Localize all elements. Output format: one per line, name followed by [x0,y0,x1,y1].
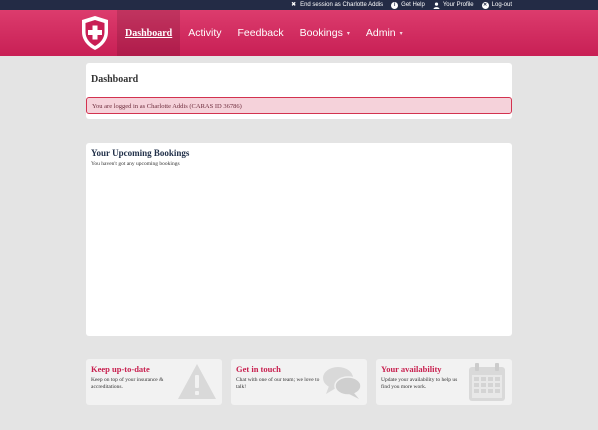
main-navbar: Dashboard Activity Feedback Bookings ▾ A… [0,10,598,56]
chevron-down-icon: ▾ [346,30,350,37]
user-icon [433,1,440,9]
warning-icon [178,364,216,399]
calendar-icon [469,363,505,401]
chevron-down-icon: ▾ [399,30,403,37]
login-alert: You are logged in as Charlotte Addis (CA… [86,97,512,114]
chat-bubbles-icon [323,367,362,399]
logout-icon: ✕ [481,1,489,9]
card-title: Keep up-to-date [91,364,150,374]
nav-activity[interactable]: Activity [180,10,229,56]
dashboard-panel: Dashboard You are logged in as Charlotte… [86,63,512,119]
utility-links: ✖ End session as Charlotte Addis i Get H… [282,0,512,10]
nav-bookings[interactable]: Bookings ▾ [292,10,358,56]
upcoming-bookings-panel: Your Upcoming Bookings You haven't got a… [86,143,512,336]
card-title: Get in touch [236,364,281,374]
card-text: Chat with one of our team; we love to ta… [236,377,320,391]
nav-feedback[interactable]: Feedback [230,10,292,56]
nav-dashboard[interactable]: Dashboard [117,10,181,56]
card-title: Your availability [381,364,442,374]
nav-bookings-label: Bookings [299,27,343,39]
nav-admin-label: Admin [365,27,396,39]
nav-feedback-label: Feedback [237,27,284,39]
card-text: Update your availability to help us find… [381,377,458,391]
nav-admin[interactable]: Admin ▾ [358,10,411,56]
get-help-label: Get Help [401,2,425,8]
card-your-availability[interactable]: Your availability Update your availabili… [376,359,512,405]
nav-menu: Dashboard Activity Feedback Bookings ▾ A… [117,10,411,56]
your-profile-label: Your Profile [442,2,474,8]
card-keep-up-to-date[interactable]: Keep up-to-date Keep on top of your insu… [86,359,222,405]
logout-link[interactable]: ✕ Log-out [481,1,512,9]
bookings-title: Your Upcoming Bookings [91,148,190,158]
bookings-empty-message: You haven't got any upcoming bookings [91,161,180,167]
card-text: Keep on top of your insurance & accredit… [91,377,164,391]
shield-cross-icon[interactable] [80,15,110,51]
close-icon: ✖ [291,1,297,8]
nav-dashboard-label: Dashboard [125,27,173,39]
top-utility-bar: ✖ End session as Charlotte Addis i Get H… [0,0,598,10]
get-help-link[interactable]: i Get Help [391,1,425,9]
nav-activity-label: Activity [188,27,222,39]
logout-label: Log-out [491,2,512,8]
info-icon: i [391,1,399,9]
card-get-in-touch[interactable]: Get in touch Chat with one of our team; … [231,359,367,405]
end-session-link[interactable]: ✖ End session as Charlotte Addis [290,2,383,9]
page-title: Dashboard [91,74,139,85]
end-session-label: End session as Charlotte Addis [300,2,384,8]
your-profile-link[interactable]: Your Profile [433,1,474,9]
